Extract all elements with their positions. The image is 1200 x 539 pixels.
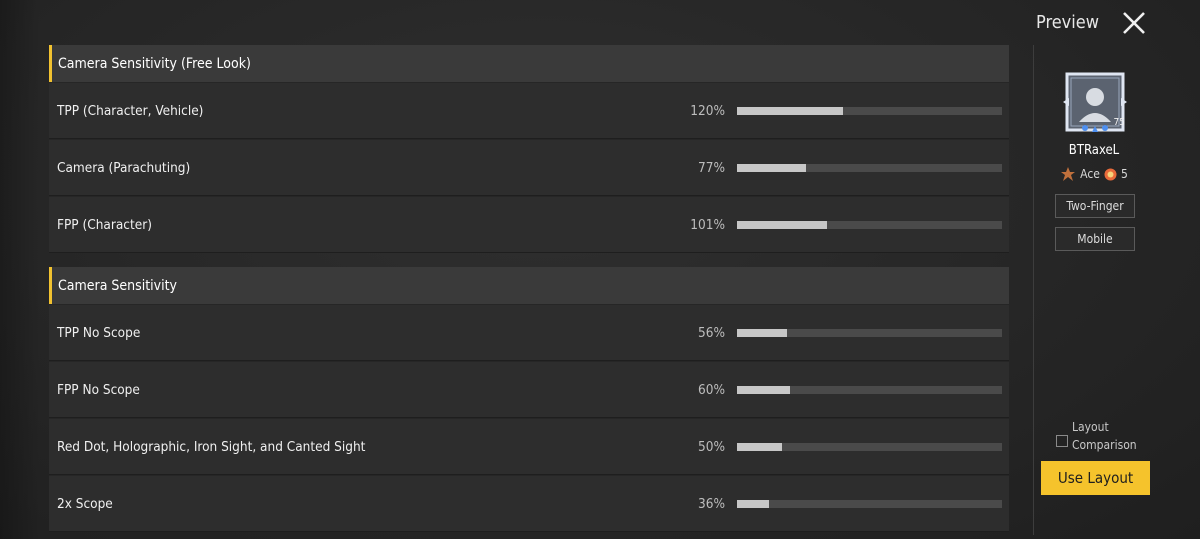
sensitivity-slider-fill: [737, 106, 843, 115]
background-shade: [0, 0, 40, 539]
sensitivity-slider-fill: [737, 499, 769, 508]
sensitivity-row[interactable]: TPP (Character, Vehicle) 120%: [49, 82, 1009, 139]
ace-rank-icon: [1061, 167, 1076, 181]
preview-title: Preview: [1036, 12, 1099, 33]
tier-badge-icon: [1104, 168, 1117, 180]
sensitivity-row[interactable]: FPP No Scope 60%: [49, 361, 1009, 418]
sensitivity-slider[interactable]: [737, 499, 1002, 508]
sensitivity-row[interactable]: TPP No Scope 56%: [49, 304, 1009, 361]
sensitivity-slider-fill: [737, 328, 788, 337]
sensitivity-slider-fill: [737, 442, 783, 451]
sensitivity-value: 101%: [690, 216, 725, 233]
sensitivity-slider-fill: [737, 385, 790, 394]
sensitivity-row[interactable]: Red Dot, Holographic, Iron Sight, and Ca…: [49, 418, 1009, 475]
sensitivity-value: 56%: [698, 324, 725, 341]
sensitivity-slider[interactable]: [737, 106, 1002, 115]
layout-comparison-label: Layout Comparison: [1072, 420, 1137, 452]
control-mode-tag: Two-Finger: [1055, 194, 1135, 218]
avatar-level: 75: [1113, 117, 1125, 128]
sensitivity-slider[interactable]: [737, 163, 1002, 172]
sensitivity-slider[interactable]: [737, 220, 1002, 229]
sensitivity-value: 120%: [690, 102, 725, 119]
rank-info: Ace 5: [1034, 166, 1154, 182]
use-layout-button[interactable]: Use Layout: [1041, 461, 1150, 495]
rank-name: Ace: [1080, 167, 1100, 181]
sensitivity-slider[interactable]: [737, 442, 1002, 451]
close-icon: [1123, 12, 1145, 34]
sensitivity-slider[interactable]: [737, 328, 1002, 337]
sensitivity-slider-fill: [737, 220, 828, 229]
layout-comparison-toggle[interactable]: Layout Comparison: [1056, 418, 1142, 454]
section-header: Camera Sensitivity: [49, 267, 1009, 304]
sensitivity-settings-panel: Camera Sensitivity (Free Look) TPP (Chara…: [49, 45, 1009, 532]
panel-divider: [1033, 45, 1034, 535]
layout-comparison-checkbox[interactable]: [1056, 435, 1068, 447]
device-tag: Mobile: [1055, 227, 1135, 251]
sensitivity-value: 77%: [698, 159, 725, 176]
close-button[interactable]: [1118, 7, 1150, 39]
sensitivity-value: 36%: [698, 495, 725, 512]
rank-level: 5: [1120, 167, 1128, 181]
sensitivity-value: 60%: [698, 381, 725, 398]
username: BTRaxeL: [1068, 143, 1120, 158]
sensitivity-slider-fill: [737, 163, 806, 172]
sensitivity-row[interactable]: Camera (Parachuting) 77%: [49, 139, 1009, 196]
sensitivity-value: 50%: [698, 438, 725, 455]
sensitivity-slider[interactable]: [737, 385, 1002, 394]
sensitivity-row[interactable]: 2x Scope 36%: [49, 475, 1009, 532]
section-header: Camera Sensitivity (Free Look): [49, 45, 1009, 82]
sensitivity-row[interactable]: FPP (Character) 101%: [49, 196, 1009, 253]
avatar[interactable]: 75: [1063, 70, 1127, 134]
